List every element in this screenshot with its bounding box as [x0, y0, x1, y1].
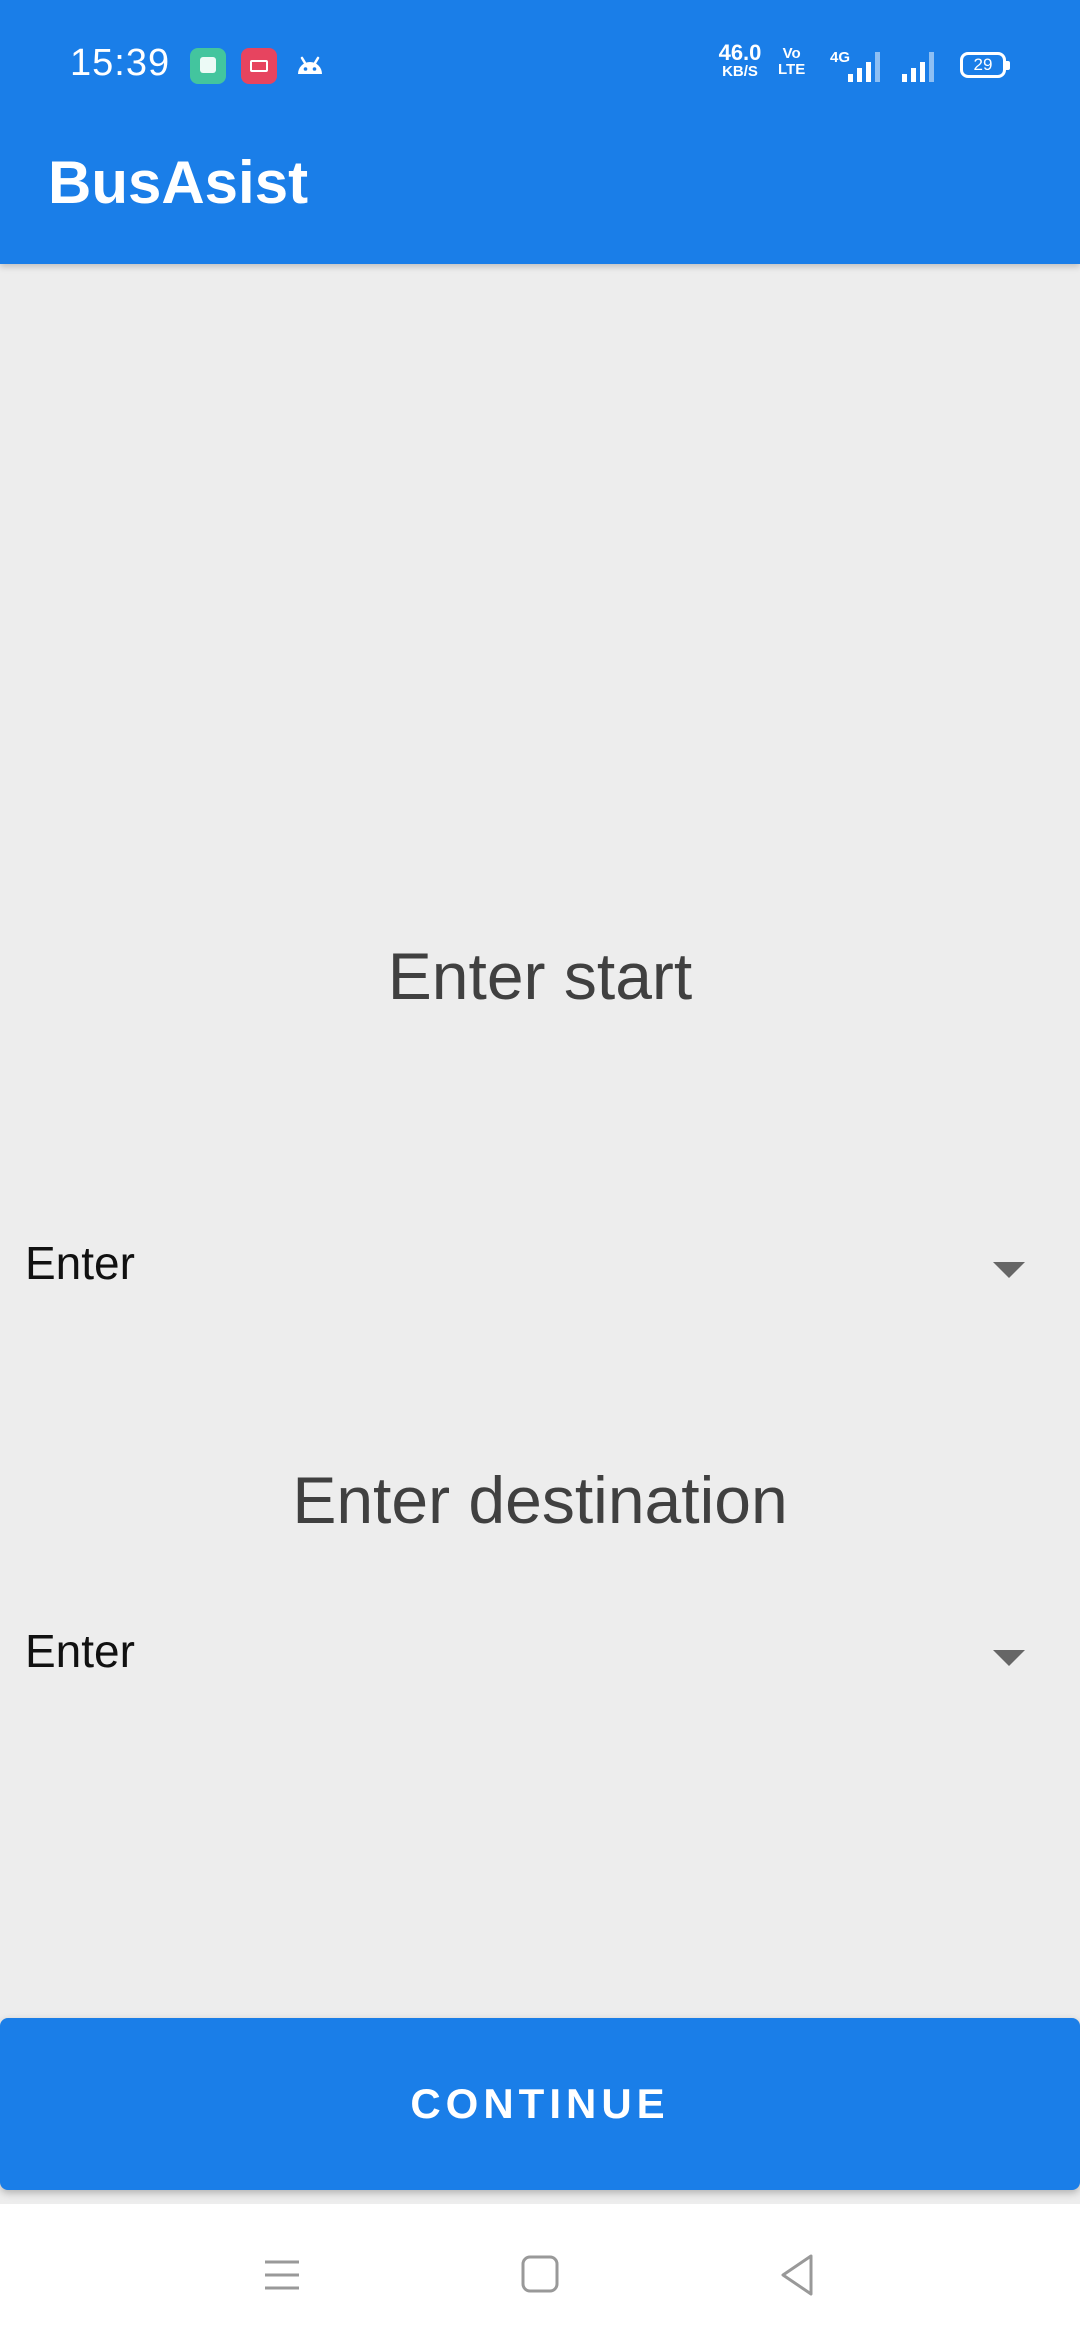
start-dropdown-value: Enter — [25, 1237, 135, 1289]
start-dropdown[interactable]: Enter — [0, 1216, 1080, 1316]
menu-icon[interactable] — [247, 2240, 317, 2310]
destination-dropdown[interactable]: Enter — [0, 1604, 1080, 1704]
screen-recorder-icon — [241, 48, 277, 84]
start-heading: Enter start — [387, 939, 693, 1013]
status-time: 15:39 — [70, 42, 171, 84]
signal-strength-icon — [898, 46, 946, 91]
svg-text:4G: 4G — [830, 49, 850, 66]
battery-icon: 29 — [960, 52, 1010, 78]
back-icon[interactable] — [763, 2240, 833, 2310]
home-icon[interactable] — [505, 2240, 575, 2310]
dropdown-arrow-icon — [993, 1262, 1025, 1278]
signal-4g-icon: 4G — [830, 46, 892, 91]
network-speed: 46.0 KB/S — [718, 40, 762, 80]
volte-indicator: Vo LTE — [778, 45, 806, 78]
top-app-bar: 15:39 46.0 KB/S Vo LTE 4G 29 BusAsist — [0, 0, 1080, 264]
app-title: BusAsist — [48, 149, 309, 216]
destination-dropdown-value: Enter — [25, 1625, 135, 1677]
app-notification-icon — [190, 48, 226, 84]
dropdown-arrow-icon — [993, 1650, 1025, 1666]
destination-heading: Enter destination — [292, 1463, 788, 1537]
system-nav-bar — [0, 2204, 1080, 2340]
android-icon — [292, 48, 328, 84]
status-bar: 15:39 46.0 KB/S Vo LTE 4G 29 — [0, 0, 1080, 130]
continue-button[interactable]: CONTINUE — [0, 2018, 1080, 2190]
